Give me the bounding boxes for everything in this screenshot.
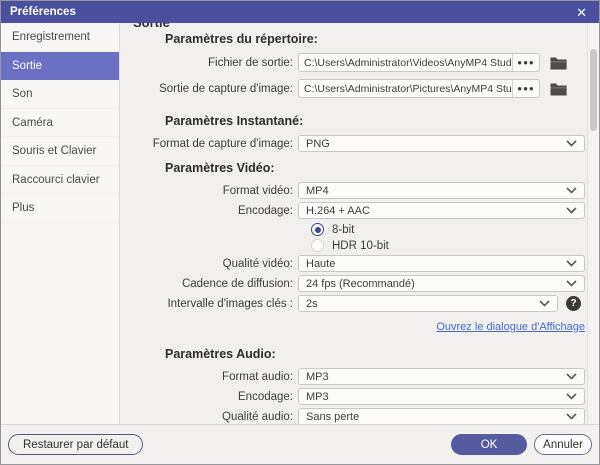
chevron-down-icon (566, 413, 577, 420)
folder-icon (550, 57, 567, 69)
framerate-dropdown[interactable]: 24 fps (Recommandé) (298, 275, 585, 292)
titlebar[interactable]: Préférences ✕ (1, 1, 599, 23)
section-heading-video: Paramètres Vidéo: (165, 161, 275, 175)
audio-encoding-label: Encodage: (238, 390, 293, 403)
help-icon[interactable]: ? (566, 296, 581, 311)
chevron-down-icon (566, 187, 577, 194)
window-title: Préférences (10, 6, 76, 18)
sidebar-item-enregistrement[interactable]: Enregistrement (1, 23, 119, 52)
sidebar: Enregistrement Sortie Son Caméra Souris … (1, 23, 120, 424)
radio-hdr-10bit[interactable] (311, 239, 324, 252)
scrollbar[interactable] (587, 23, 599, 424)
screenshot-output-browse-button[interactable]: ●●● (512, 80, 539, 97)
image-format-label: Format de capture d'image: (152, 137, 293, 150)
video-quality-dropdown[interactable]: Haute (298, 255, 585, 272)
chevron-down-icon (566, 373, 577, 380)
audio-quality-label: Qualité audio: (222, 410, 293, 423)
sidebar-item-sortie[interactable]: Sortie (1, 51, 119, 80)
scrollbar-thumb[interactable] (590, 49, 597, 131)
screenshot-output-label: Sortie de capture d'image: (159, 82, 293, 95)
audio-encoding-dropdown[interactable]: MP3 (298, 388, 585, 405)
radio-8bit-label: 8-bit (332, 223, 355, 236)
footer: Restaurer par défaut OK Annuler (1, 424, 599, 464)
keyframe-interval-dropdown[interactable]: 2s (298, 295, 558, 312)
section-heading-snapshot: Paramètres Instantané: (165, 114, 304, 128)
screenshot-output-open-folder-button[interactable] (550, 82, 567, 96)
page-title: Sortie (133, 23, 599, 30)
preferences-dialog: Préférences ✕ Enregistrement Sortie Son … (0, 0, 600, 465)
section-heading-directory: Paramètres du répertoire: (165, 32, 318, 46)
sidebar-item-camera[interactable]: Caméra (1, 109, 119, 137)
ok-button[interactable]: OK (451, 434, 527, 455)
video-encoding-label: Encodage: (238, 204, 293, 217)
section-heading-audio: Paramètres Audio: (165, 347, 276, 361)
output-file-input[interactable]: C:\Users\Administrator\Videos\AnyMP4 Stu… (298, 53, 540, 72)
close-icon[interactable]: ✕ (576, 6, 587, 19)
chevron-down-icon (566, 393, 577, 400)
chevron-down-icon (539, 300, 550, 307)
folder-icon (550, 83, 567, 95)
radio-8bit[interactable] (311, 223, 324, 236)
output-file-open-folder-button[interactable] (550, 56, 567, 70)
video-quality-label: Qualité vidéo: (222, 257, 293, 270)
radio-hdr-10bit-label: HDR 10-bit (332, 239, 389, 252)
sidebar-item-son[interactable]: Son (1, 80, 119, 109)
video-format-dropdown[interactable]: MP4 (298, 182, 585, 199)
chevron-down-icon (566, 140, 577, 147)
open-display-dialog-link[interactable]: Ouvrez le dialogue d'Affichage (436, 321, 585, 333)
sidebar-item-souris-et-clavier[interactable]: Souris et Clavier (1, 137, 119, 166)
keyframe-interval-label: Intervalle d'images clés : (167, 297, 293, 310)
output-file-browse-button[interactable]: ●●● (512, 54, 539, 71)
audio-quality-dropdown[interactable]: Sans perte (298, 408, 585, 424)
output-file-label: Fichier de sortie: (207, 56, 293, 69)
chevron-down-icon (566, 207, 577, 214)
audio-format-label: Format audio: (222, 370, 293, 383)
chevron-down-icon (566, 280, 577, 287)
video-encoding-dropdown[interactable]: H.264 + AAC (298, 202, 585, 219)
output-file-path[interactable]: C:\Users\Administrator\Videos\AnyMP4 Stu… (299, 57, 512, 69)
video-format-label: Format vidéo: (222, 184, 293, 197)
restore-defaults-button[interactable]: Restaurer par défaut (8, 434, 144, 455)
cancel-button[interactable]: Annuler (534, 434, 592, 455)
image-format-dropdown[interactable]: PNG (298, 135, 585, 152)
sidebar-item-raccourci-clavier[interactable]: Raccourci clavier (1, 166, 119, 194)
screenshot-output-input[interactable]: C:\Users\Administrator\Pictures\AnyMP4 S… (298, 79, 540, 98)
audio-format-dropdown[interactable]: MP3 (298, 368, 585, 385)
framerate-label: Cadence de diffusion: (181, 277, 293, 290)
chevron-down-icon (566, 260, 577, 267)
screenshot-output-path[interactable]: C:\Users\Administrator\Pictures\AnyMP4 S… (299, 83, 512, 95)
sidebar-item-plus[interactable]: Plus (1, 194, 119, 223)
content-area: Sortie Paramètres du répertoire: Fichier… (120, 23, 599, 424)
